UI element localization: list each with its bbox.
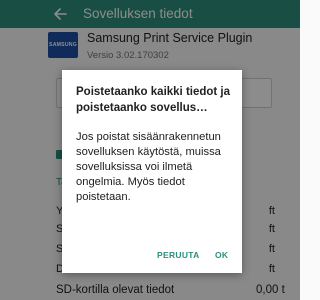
app-info-screen: Sovelluksen tiedot SAMSUNG Samsung Print… <box>0 0 300 300</box>
dialog-title: Poistetaanko kaikki tiedot ja poistetaan… <box>76 86 231 114</box>
cancel-button[interactable]: PERUUTA <box>157 250 200 260</box>
ok-button[interactable]: OK <box>215 250 228 260</box>
dialog-message: Jos poistat sisäänrakennetun sovelluksen… <box>76 131 221 203</box>
uninstall-confirm-dialog: Poistetaanko kaikki tiedot ja poistetaan… <box>62 70 242 273</box>
